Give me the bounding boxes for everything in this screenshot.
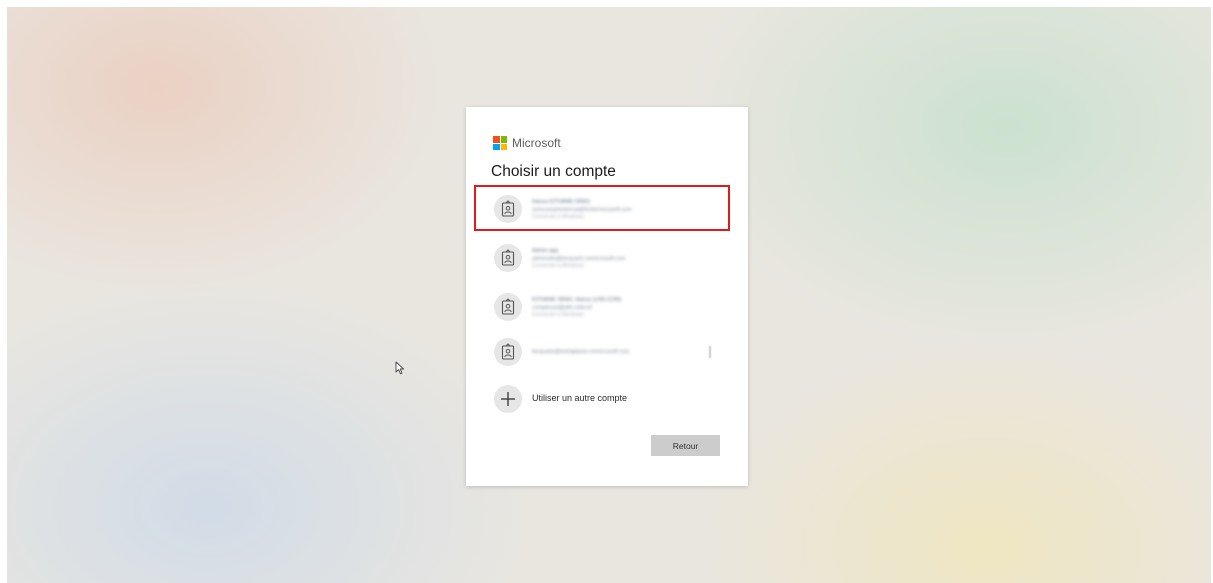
account-name: Admin app xyxy=(532,248,559,254)
dialog-title: Choisir un compte xyxy=(491,163,616,180)
microsoft-brand: Microsoft xyxy=(493,136,561,150)
more-options-icon[interactable] xyxy=(709,346,711,358)
brand-name: Microsoft xyxy=(512,136,561,150)
account-tile[interactable]: benjuarty@intelqplasts.onmicrosoft.com xyxy=(466,332,748,372)
account-status: Connecté à Windows xyxy=(532,263,584,269)
account-details: KITHANE SRAS, Hanus (LNS-CON) comptesurl… xyxy=(532,297,621,320)
account-name: KITHANE SRAS, Hanus (LNS-CON) xyxy=(532,297,622,303)
logo-square-blue xyxy=(493,143,500,150)
badge-person-icon xyxy=(494,338,522,366)
mouse-pointer-icon xyxy=(395,361,405,380)
account-tile[interactable]: Hanus KITHANE SRAS nomcompteinternal@fic… xyxy=(466,189,748,229)
account-status: Connecté à Windows xyxy=(532,214,584,220)
account-email: adminsite@bioquartz.onmicrosoft.com xyxy=(532,255,626,262)
account-email: nomcompteinternal@fichiernecaseft.com xyxy=(532,206,632,213)
account-details: Hanus KITHANE SRAS nomcompteinternal@fic… xyxy=(532,199,632,222)
account-details: benjuarty@intelqplasts.onmicrosoft.com xyxy=(532,349,630,357)
account-tile[interactable]: KITHANE SRAS, Hanus (LNS-CON) comptesurl… xyxy=(466,287,748,327)
use-another-account-button[interactable]: Utiliser un autre compte xyxy=(466,379,748,419)
account-tile[interactable]: Admin app adminsite@bioquartz.onmicrosof… xyxy=(466,238,748,278)
account-email: comptesurl@alto-ebte.bf xyxy=(532,304,593,311)
badge-person-icon xyxy=(494,293,522,321)
plus-icon xyxy=(494,385,522,413)
account-picker-dialog: Microsoft Choisir un compte Hanus KITHAN… xyxy=(466,107,748,486)
account-details: Admin app adminsite@bioquartz.onmicrosof… xyxy=(532,248,626,271)
badge-person-icon xyxy=(494,244,522,272)
logo-square-red xyxy=(493,136,500,143)
account-email: benjuarty@intelqplasts.onmicrosoft.com xyxy=(532,349,630,355)
back-button[interactable]: Retour xyxy=(651,435,720,456)
account-name: Hanus KITHANE SRAS xyxy=(532,199,590,205)
logo-square-green xyxy=(500,136,507,143)
logo-square-yellow xyxy=(500,143,507,150)
badge-person-icon xyxy=(494,195,522,223)
use-another-account-label: Utiliser un autre compte xyxy=(532,393,628,403)
microsoft-logo-icon xyxy=(493,136,507,150)
account-status: Connecté à Windows xyxy=(532,312,584,318)
